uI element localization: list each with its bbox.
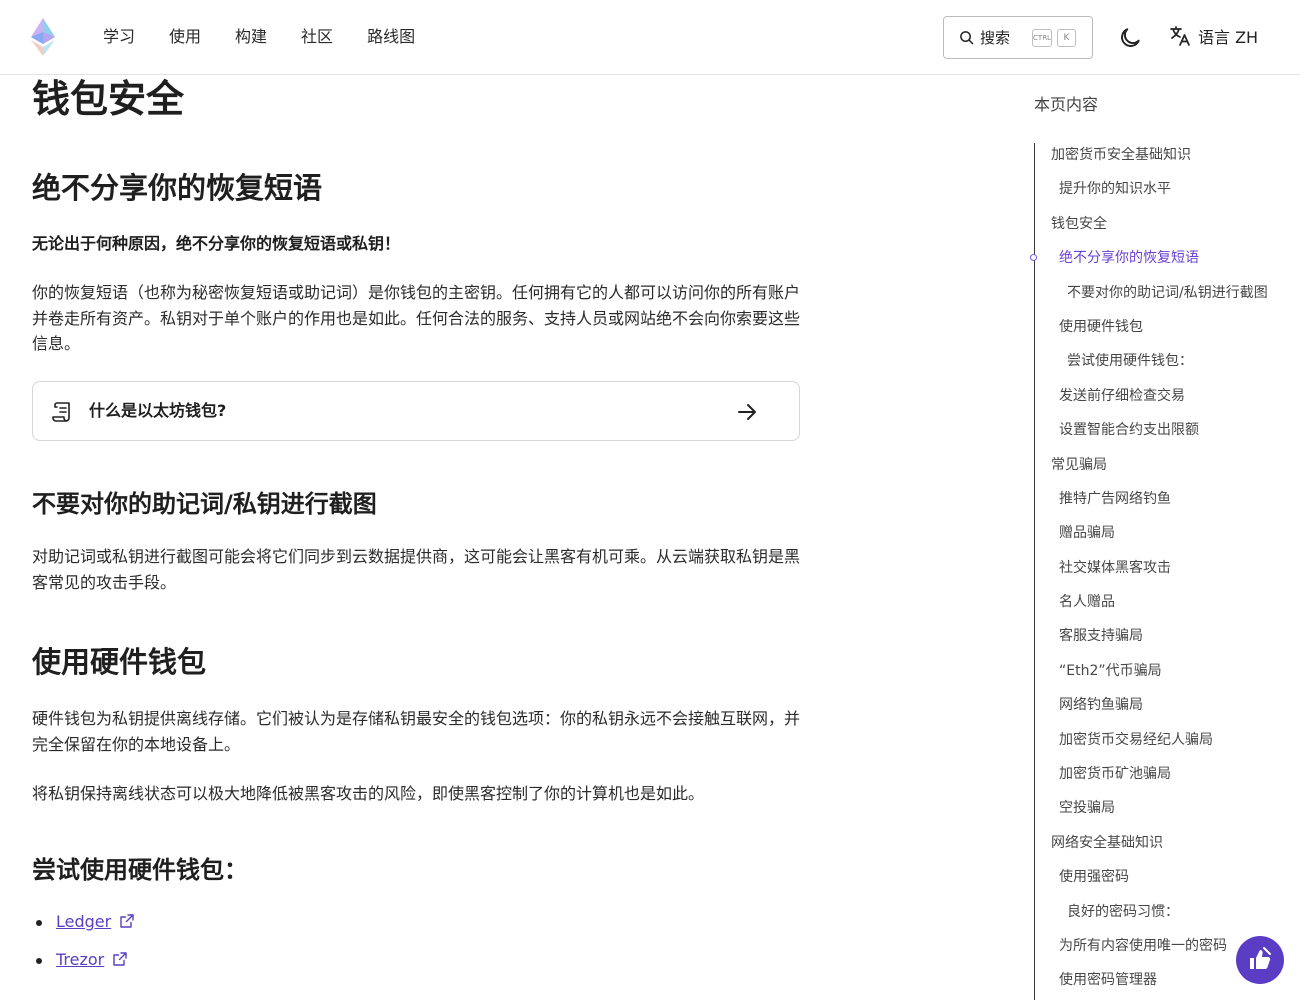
paragraph-screenshot: 对助记词或私钥进行截图可能会将它们同步到云数据提供商，这可能会让黑客有机可乘。从… xyxy=(32,547,801,592)
language-button[interactable]: 语言 ZH xyxy=(1168,24,1258,48)
external-link-icon xyxy=(113,952,128,966)
nav-community[interactable]: 社区 xyxy=(301,26,333,48)
section-heading-no-screenshot: 不要对你的助记词/私钥进行截图 xyxy=(32,490,377,518)
toc-item[interactable]: 加密货币交易经纪人骗局 xyxy=(1051,728,1268,762)
toc-item[interactable]: 提升你的知识水平 xyxy=(1051,177,1268,211)
feedback-icon xyxy=(1250,947,1271,969)
paragraph-hardware-wallet: 硬件钱包为私钥提供离线存储。它们被认为是存储私钥最安全的钱包选项：你的私钥永远不… xyxy=(32,709,801,754)
trezor-link[interactable]: Trezor xyxy=(56,950,104,969)
toc-item[interactable]: 加密货币矿池骗局 xyxy=(1051,762,1268,796)
ethereum-logo[interactable] xyxy=(31,18,55,56)
toc-item[interactable]: 绝不分享你的恢复短语 xyxy=(1051,246,1268,280)
toc-active-indicator xyxy=(1030,254,1037,261)
toc-item[interactable]: 使用强密码 xyxy=(1051,865,1268,899)
section-heading-never-share: 绝不分享你的恢复短语 xyxy=(32,171,323,205)
toc-item[interactable]: 社交媒体黑客攻击 xyxy=(1051,556,1268,590)
ledger-link[interactable]: Ledger xyxy=(56,912,111,931)
toc-item[interactable]: 常见骗局 xyxy=(1051,453,1268,487)
toc-divider xyxy=(1034,143,1035,1000)
arrow-right-icon xyxy=(738,404,756,420)
toc-title: 本页内容 xyxy=(1034,95,1099,114)
toc-item[interactable]: 客服支持骗局 xyxy=(1051,624,1268,658)
toc-item[interactable]: 网络安全基础知识 xyxy=(1051,831,1268,865)
hardware-wallet-list: Ledger Trezor xyxy=(32,910,135,986)
nav-roadmap[interactable]: 路线图 xyxy=(367,26,415,48)
search-label: 搜索 xyxy=(980,29,1011,47)
feedback-button[interactable] xyxy=(1236,936,1284,984)
toc-item[interactable]: 为所有内容使用唯一的密码 xyxy=(1051,934,1268,968)
section-heading-hardware-wallet: 使用硬件钱包 xyxy=(32,645,207,679)
section-heading-try-hardware: 尝试使用硬件钱包： xyxy=(32,856,248,884)
toc-item[interactable]: 使用密码管理器 xyxy=(1051,968,1268,1002)
nav-use[interactable]: 使用 xyxy=(169,26,201,48)
toc-item[interactable]: 钱包安全 xyxy=(1051,212,1268,246)
search-icon xyxy=(960,31,974,45)
paragraph-offline: 将私钥保持离线状态可以极大地降低被黑客攻击的风险，即使黑客控制了你的计算机也是如… xyxy=(32,784,705,803)
top-navigation-bar: 学习 使用 构建 社区 路线图 搜索 CTRL K 语言 ZH xyxy=(0,0,1300,75)
toc-item[interactable]: 名人赠品 xyxy=(1051,590,1268,624)
toc-item[interactable]: 空投骗局 xyxy=(1051,796,1268,830)
nav-build[interactable]: 构建 xyxy=(235,26,267,48)
paragraph-recovery-phrase: 你的恢复短语（也称为秘密恢复短语或助记词）是你钱包的主密钥。任何拥有它的人都可以… xyxy=(32,283,801,353)
wallet-info-card[interactable]: 什么是以太坊钱包? xyxy=(32,381,800,441)
list-item: Ledger xyxy=(32,910,135,948)
warning-text: 无论出于何种原因，绝不分享你的恢复短语或私钥！ xyxy=(32,234,401,253)
toc-item[interactable]: “Eth2”代币骗局 xyxy=(1051,659,1268,693)
toc-item[interactable]: 设置智能合约支出限额 xyxy=(1051,418,1268,452)
toc-list: 加密货币安全基础知识 提升你的知识水平 钱包安全 绝不分享你的恢复短语 不要对你的助记词… xyxy=(1051,143,1268,1003)
toc-item[interactable]: 赠品骗局 xyxy=(1051,521,1268,555)
list-item: Trezor xyxy=(32,948,134,986)
language-label: 语言 ZH xyxy=(1198,28,1259,47)
toc-item[interactable]: 不要对你的助记词/私钥进行截图 xyxy=(1051,281,1268,315)
toc-item[interactable]: 加密货币安全基础知识 xyxy=(1051,143,1268,177)
scroll-icon xyxy=(52,402,70,422)
toc-item[interactable]: 良好的密码习惯： xyxy=(1051,900,1268,934)
shortcut-k-key: K xyxy=(1057,29,1076,47)
toc-item[interactable]: 网络钓鱼骗局 xyxy=(1051,693,1268,727)
shortcut-ctrl-key: CTRL xyxy=(1032,29,1052,47)
toc-item[interactable]: 使用硬件钱包 xyxy=(1051,315,1268,349)
page-title: 钱包安全 xyxy=(32,77,185,121)
external-link-icon xyxy=(120,914,135,928)
card-label: 什么是以太坊钱包? xyxy=(89,401,227,420)
translate-icon xyxy=(1170,26,1190,46)
main-nav: 学习 使用 构建 社区 路线图 xyxy=(103,26,449,48)
toc-item[interactable]: 发送前仔细检查交易 xyxy=(1051,384,1268,418)
nav-learn[interactable]: 学习 xyxy=(103,26,135,48)
toc-item[interactable]: 推特广告网络钓鱼 xyxy=(1051,487,1268,521)
search-button[interactable]: 搜索 CTRL K xyxy=(943,16,1093,59)
moon-icon[interactable] xyxy=(1117,25,1143,51)
toc-item[interactable]: 尝试使用硬件钱包： xyxy=(1051,349,1268,383)
